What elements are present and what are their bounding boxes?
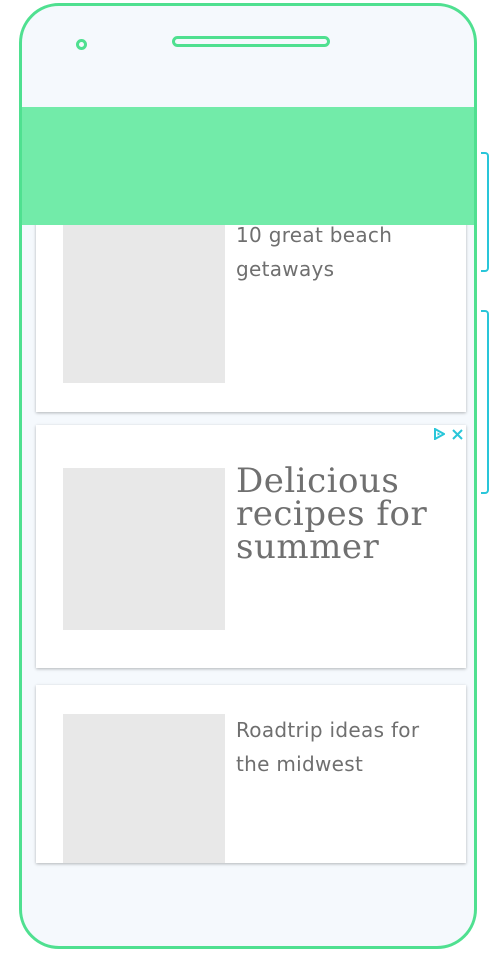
volume-button[interactable] (481, 152, 489, 272)
article-card[interactable]: Roadtrip ideas for the midwest (36, 685, 466, 863)
article-title: 10 great beach getaways (236, 223, 393, 281)
article-thumbnail (63, 222, 225, 383)
close-icon[interactable] (448, 425, 466, 443)
ad-card[interactable]: Delicious recipes for summer (36, 425, 466, 668)
power-button[interactable] (481, 310, 489, 494)
article-title: Roadtrip ideas for the midwest (236, 718, 420, 776)
ad-choices-icon[interactable] (430, 425, 448, 443)
phone-frame: 10 great beach getaways Delicious recipe… (19, 3, 477, 949)
page: 10 great beach getaways Delicious recipe… (0, 0, 491, 953)
ad-choices[interactable] (430, 425, 466, 443)
ad-headline: Delicious recipes for summer (236, 461, 428, 567)
speaker-grille (172, 36, 330, 47)
article-thumbnail (63, 714, 225, 863)
ad-thumbnail (63, 468, 225, 630)
camera-icon (76, 39, 87, 50)
app-bar (22, 107, 474, 225)
